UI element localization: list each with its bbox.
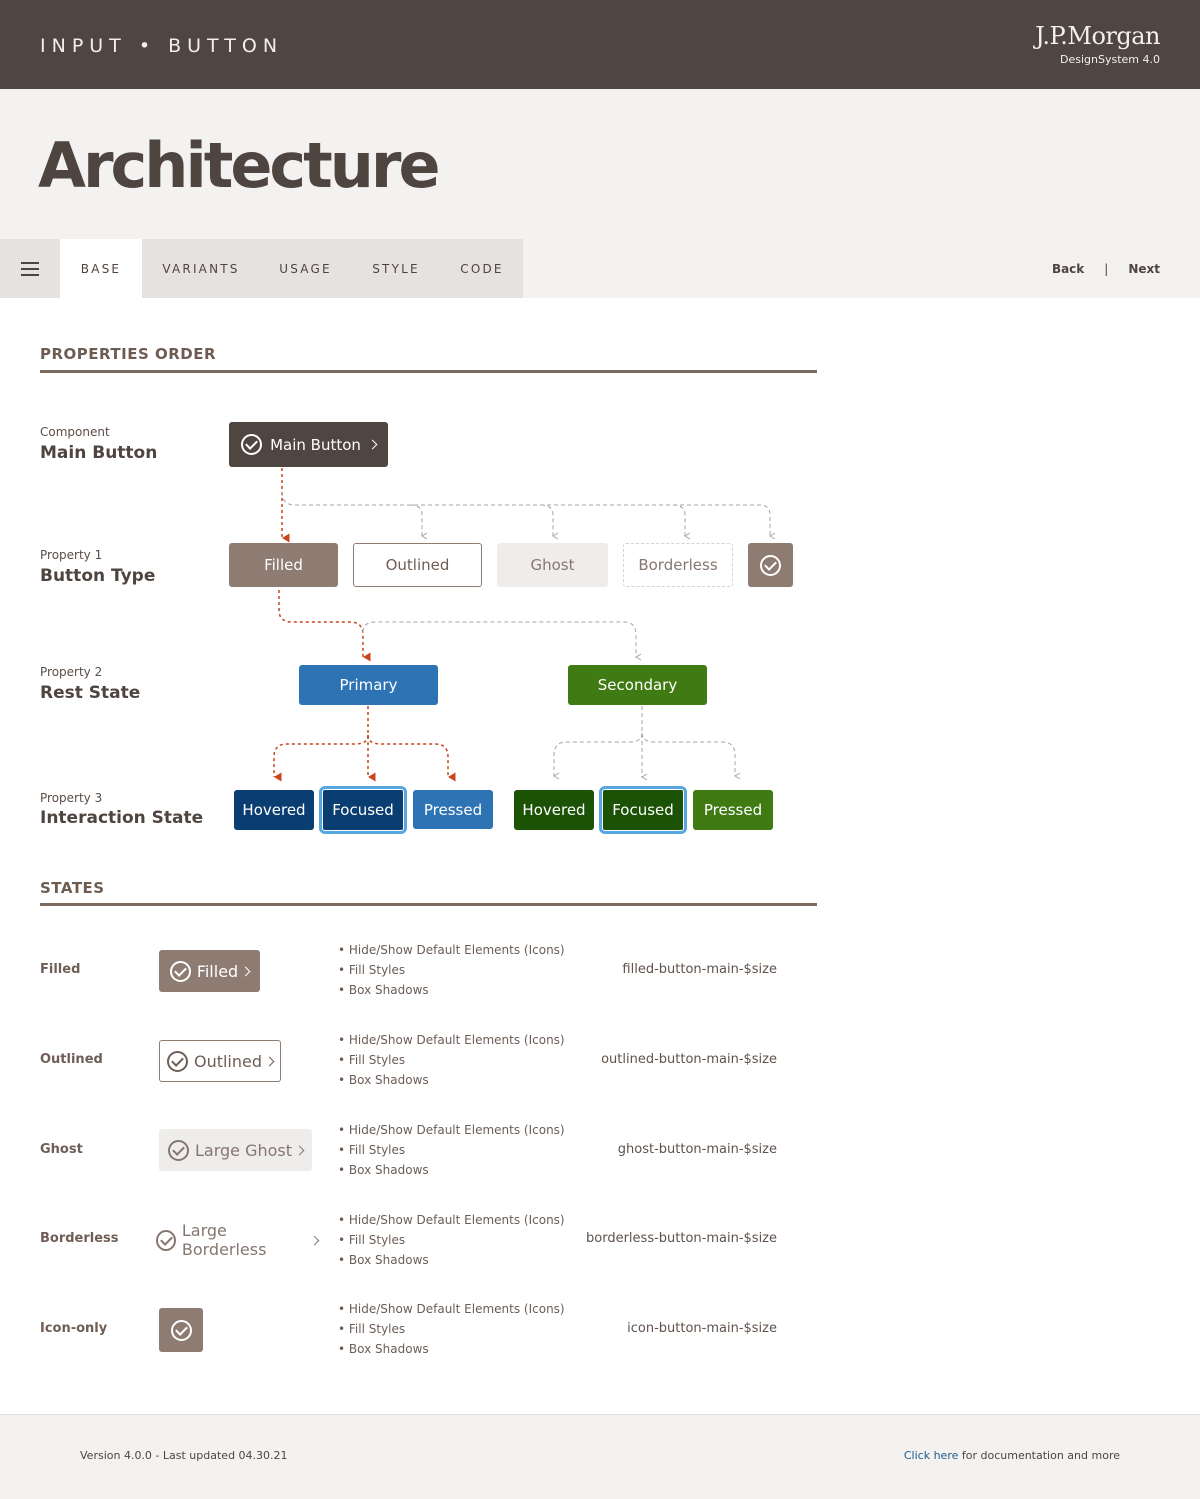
footer-doc-link: Click here for documentation and more bbox=[904, 1449, 1120, 1462]
state-features-list: Hide/Show Default Elements (Icons) Fill … bbox=[338, 1120, 565, 1180]
click-here-link[interactable]: Click here bbox=[904, 1449, 959, 1462]
primary-pressed-button[interactable]: Pressed bbox=[413, 790, 493, 829]
type-ghost-button[interactable]: Ghost bbox=[497, 543, 608, 587]
check-circle-icon bbox=[170, 1319, 192, 1341]
token-name: borderless-button-main-$size bbox=[586, 1231, 777, 1246]
token-name: outlined-button-main-$size bbox=[601, 1052, 777, 1067]
component-label-small: Component bbox=[40, 425, 110, 439]
outlined-button-label: Outlined bbox=[193, 1051, 263, 1071]
property1-label-big: Button Type bbox=[40, 566, 156, 586]
state-features-list: Hide/Show Default Elements (Icons) Fill … bbox=[338, 1299, 565, 1359]
chevron-right-icon bbox=[240, 966, 251, 976]
hierarchy-connectors bbox=[273, 468, 776, 782]
secondary-button[interactable]: Secondary bbox=[568, 665, 707, 705]
property2-label-small: Property 2 bbox=[40, 665, 103, 679]
primary-hovered-button[interactable]: Hovered bbox=[234, 790, 314, 830]
list-item: Fill Styles bbox=[338, 1050, 565, 1070]
secondary-focused-button[interactable]: Focused bbox=[602, 789, 684, 831]
property2-label-big: Rest State bbox=[40, 683, 141, 703]
check-circle-icon bbox=[760, 554, 781, 576]
borderless-button[interactable]: Large Borderless bbox=[156, 1219, 320, 1261]
chevron-right-icon bbox=[367, 439, 378, 450]
list-item: Box Shadows bbox=[338, 1160, 565, 1180]
list-item: Box Shadows bbox=[338, 1070, 565, 1090]
property3-label-big: Interaction State bbox=[40, 808, 204, 828]
chevron-right-icon bbox=[294, 1145, 305, 1155]
ghost-button[interactable]: Large Ghost bbox=[159, 1129, 312, 1171]
list-item: Box Shadows bbox=[338, 1250, 565, 1270]
type-outlined-button[interactable]: Outlined bbox=[353, 543, 482, 587]
check-circle-icon bbox=[167, 1139, 189, 1161]
list-item: Hide/Show Default Elements (Icons) bbox=[338, 940, 565, 960]
borderless-button-label: Large Borderless bbox=[181, 1221, 267, 1259]
type-icon-only-button[interactable] bbox=[748, 543, 793, 587]
list-item: Fill Styles bbox=[338, 1140, 565, 1160]
property3-label-small: Property 3 bbox=[40, 791, 103, 805]
list-item: Box Shadows bbox=[338, 1339, 565, 1359]
secondary-hovered-button[interactable]: Hovered bbox=[514, 790, 594, 830]
footer-link-suffix: for documentation and more bbox=[958, 1449, 1120, 1462]
state-features-list: Hide/Show Default Elements (Icons) Fill … bbox=[338, 940, 565, 1000]
state-name: Borderless bbox=[40, 1231, 119, 1246]
main-button[interactable]: Main Button bbox=[229, 422, 388, 467]
token-name: filled-button-main-$size bbox=[622, 962, 777, 977]
state-name: Outlined bbox=[40, 1052, 103, 1067]
ghost-button-label: Large Ghost bbox=[194, 1140, 293, 1160]
type-borderless-button[interactable]: Borderless bbox=[623, 543, 733, 587]
list-item: Hide/Show Default Elements (Icons) bbox=[338, 1030, 565, 1050]
property1-label-small: Property 1 bbox=[40, 548, 103, 562]
token-name: ghost-button-main-$size bbox=[617, 1142, 777, 1157]
check-circle-icon bbox=[156, 1229, 176, 1251]
list-item: Fill Styles bbox=[338, 1230, 565, 1250]
state-features-list: Hide/Show Default Elements (Icons) Fill … bbox=[338, 1030, 565, 1090]
component-label-big: Main Button bbox=[40, 443, 158, 463]
check-circle-icon bbox=[241, 434, 263, 455]
check-circle-icon bbox=[166, 1050, 188, 1072]
token-name: icon-button-main-$size bbox=[627, 1321, 777, 1336]
outlined-button[interactable]: Outlined bbox=[159, 1040, 281, 1082]
list-item: Box Shadows bbox=[338, 980, 565, 1000]
main-button-label: Main Button bbox=[270, 435, 361, 454]
state-name: Icon-only bbox=[40, 1321, 108, 1336]
list-item: Fill Styles bbox=[338, 960, 565, 980]
state-name: Filled bbox=[40, 962, 81, 977]
check-circle-icon bbox=[169, 960, 191, 982]
state-name: Ghost bbox=[40, 1142, 83, 1157]
filled-button[interactable]: Filled bbox=[159, 950, 260, 992]
state-features-list: Hide/Show Default Elements (Icons) Fill … bbox=[338, 1210, 565, 1270]
icon-only-button[interactable] bbox=[159, 1308, 203, 1352]
section-divider bbox=[40, 903, 817, 906]
type-filled-button[interactable]: Filled bbox=[229, 543, 338, 587]
footer-version: Version 4.0.0 - Last updated 04.30.21 bbox=[80, 1449, 288, 1462]
list-item: Hide/Show Default Elements (Icons) bbox=[338, 1299, 565, 1319]
list-item: Hide/Show Default Elements (Icons) bbox=[338, 1210, 565, 1230]
secondary-pressed-button[interactable]: Pressed bbox=[693, 790, 773, 830]
list-item: Hide/Show Default Elements (Icons) bbox=[338, 1120, 565, 1140]
primary-focused-button[interactable]: Focused bbox=[322, 789, 404, 831]
chevron-right-icon bbox=[264, 1056, 275, 1066]
filled-button-label: Filled bbox=[196, 961, 239, 981]
states-section-title: STATES bbox=[40, 879, 105, 897]
list-item: Fill Styles bbox=[338, 1319, 565, 1339]
primary-button[interactable]: Primary bbox=[299, 665, 438, 705]
footer: Version 4.0.0 - Last updated 04.30.21 Cl… bbox=[0, 1414, 1200, 1499]
